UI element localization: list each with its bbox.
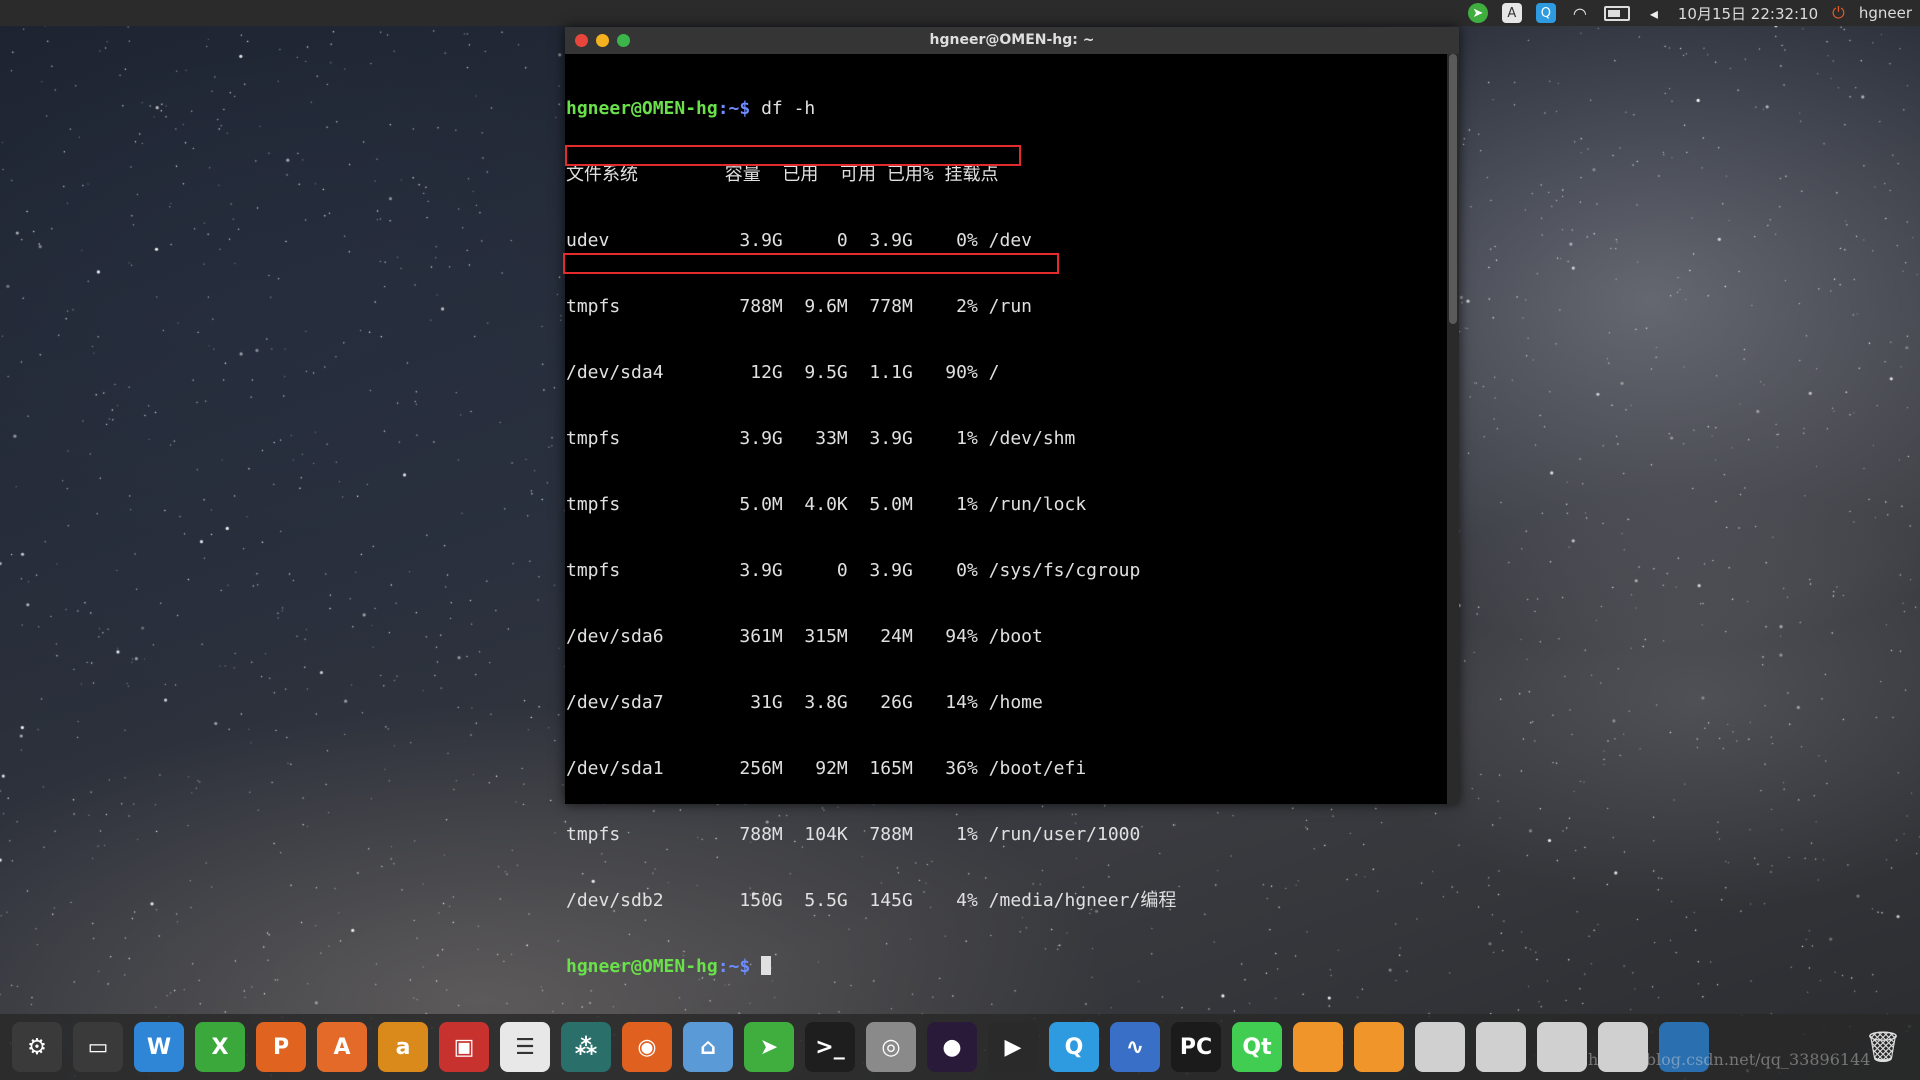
blank-window-2-icon[interactable] — [1476, 1022, 1526, 1072]
writer-icon[interactable]: W — [134, 1022, 184, 1072]
df-header: 文件系统 容量 已用 可用 已用% 挂载点 — [566, 164, 999, 185]
df-row: /dev/sda1 256M 92M 165M 36% /boot/efi — [566, 758, 1087, 779]
df-row: tmpfs 788M 9.6M 778M 2% /run — [566, 296, 1032, 317]
spreadsheet-icon[interactable]: X — [195, 1022, 245, 1072]
files-icon[interactable]: ⌂ — [683, 1022, 733, 1072]
active-prompt-line[interactable]: hgneer@OMEN-hg:~$ — [565, 956, 1447, 978]
text-cursor — [761, 956, 772, 975]
window-title: hgneer@OMEN-hg: ~ — [929, 32, 1095, 48]
highlight-box-sda4 — [565, 145, 1021, 166]
software-center-icon[interactable]: A — [317, 1022, 367, 1072]
workspace-switcher-icon[interactable]: ▭ — [73, 1022, 123, 1072]
chrome-icon[interactable]: ◎ — [866, 1022, 916, 1072]
orange-window-1-icon[interactable] — [1293, 1022, 1343, 1072]
terminal-icon[interactable]: >_ — [805, 1022, 855, 1072]
df-row: tmpfs 3.9G 33M 3.9G 1% /dev/shm — [566, 428, 1076, 449]
power-icon[interactable]: ⏻ — [1832, 3, 1845, 23]
amazon-icon[interactable]: a — [378, 1022, 428, 1072]
command-line: hgneer@OMEN-hg:~$ df -h — [566, 98, 816, 119]
equalizer-icon[interactable]: ☰ — [500, 1022, 550, 1072]
presentation-icon[interactable]: P — [256, 1022, 306, 1072]
terminal-scrollbar[interactable] — [1447, 54, 1459, 804]
df-row: tmpfs 788M 104K 788M 1% /run/user/1000 — [566, 824, 1141, 845]
df-row: /dev/sda6 361M 315M 24M 94% /boot — [566, 626, 1043, 647]
qq-icon[interactable]: Q — [1049, 1022, 1099, 1072]
eclipse-icon[interactable]: ● — [927, 1022, 977, 1072]
input-method-icon[interactable]: A — [1501, 3, 1522, 23]
battery-icon[interactable] — [1603, 5, 1630, 21]
df-row-sda4: /dev/sda4 12G 9.5G 1.1G 90% / — [566, 362, 1000, 383]
wireshark-icon[interactable]: ∿ — [1110, 1022, 1160, 1072]
qt-creator-icon[interactable]: Qt — [1232, 1022, 1282, 1072]
df-row: /dev/sdb2 150G 5.5G 145G 4% /media/hgnee… — [566, 890, 1177, 911]
user-name[interactable]: hgneer — [1859, 4, 1912, 22]
dock: ⚙ ▭ W X P Aa ▣ ☰ ⁂ ◉ ⌂ ➤ >_ ◎ ● ▶ Q ∿ PC Qt — [0, 1014, 1920, 1080]
telegram-icon[interactable]: ➤ — [1467, 3, 1488, 23]
network-tool-icon[interactable]: ⁂ — [561, 1022, 611, 1072]
orange-window-2-icon[interactable] — [1354, 1022, 1404, 1072]
df-row-sda7: /dev/sda7 31G 3.8G 26G 14% /home — [566, 692, 1043, 713]
wifi-icon[interactable]: ◠ — [1570, 3, 1590, 23]
clock[interactable]: 10月15日 22:32:10 — [1678, 3, 1818, 24]
terminal-output[interactable]: hgneer@OMEN-hg:~$ df -h 文件系统 容量 已用 可用 已用… — [565, 54, 1447, 977]
pycharm-icon[interactable]: PC — [1171, 1022, 1221, 1072]
blank-window-3-icon[interactable] — [1537, 1022, 1587, 1072]
df-row: tmpfs 3.9G 0 3.9G 0% /sys/fs/cgroup — [566, 560, 1141, 581]
highlight-box-sda7 — [563, 253, 1059, 274]
volume-icon[interactable]: ◂ — [1644, 3, 1664, 23]
blank-window-1-icon[interactable] — [1415, 1022, 1465, 1072]
top-panel: ➤ A Q ◠ ◂ 10月15日 22:32:10 ⏻ hgneer — [0, 0, 1920, 26]
df-row: tmpfs 5.0M 4.0K 5.0M 1% /run/lock — [566, 494, 1087, 515]
firefox-icon[interactable]: ◉ — [622, 1022, 672, 1072]
qq-icon[interactable]: Q — [1535, 3, 1556, 23]
toolbox-icon[interactable]: ▣ — [439, 1022, 489, 1072]
watermark: https://blog.csdn.net/qq_33896144 — [1588, 1050, 1871, 1069]
terminal-titlebar[interactable]: hgneer@OMEN-hg: ~ — [565, 27, 1459, 54]
media-player-icon[interactable]: ▶ — [988, 1022, 1038, 1072]
terminal-window[interactable]: hgneer@OMEN-hg: ~ hgneer@OMEN-hg:~$ df -… — [563, 27, 1459, 977]
system-settings-icon[interactable]: ⚙ — [12, 1022, 62, 1072]
scrollbar-thumb[interactable] — [1449, 54, 1457, 324]
telegram-icon[interactable]: ➤ — [744, 1022, 794, 1072]
df-row: udev 3.9G 0 3.9G 0% /dev — [566, 230, 1032, 251]
